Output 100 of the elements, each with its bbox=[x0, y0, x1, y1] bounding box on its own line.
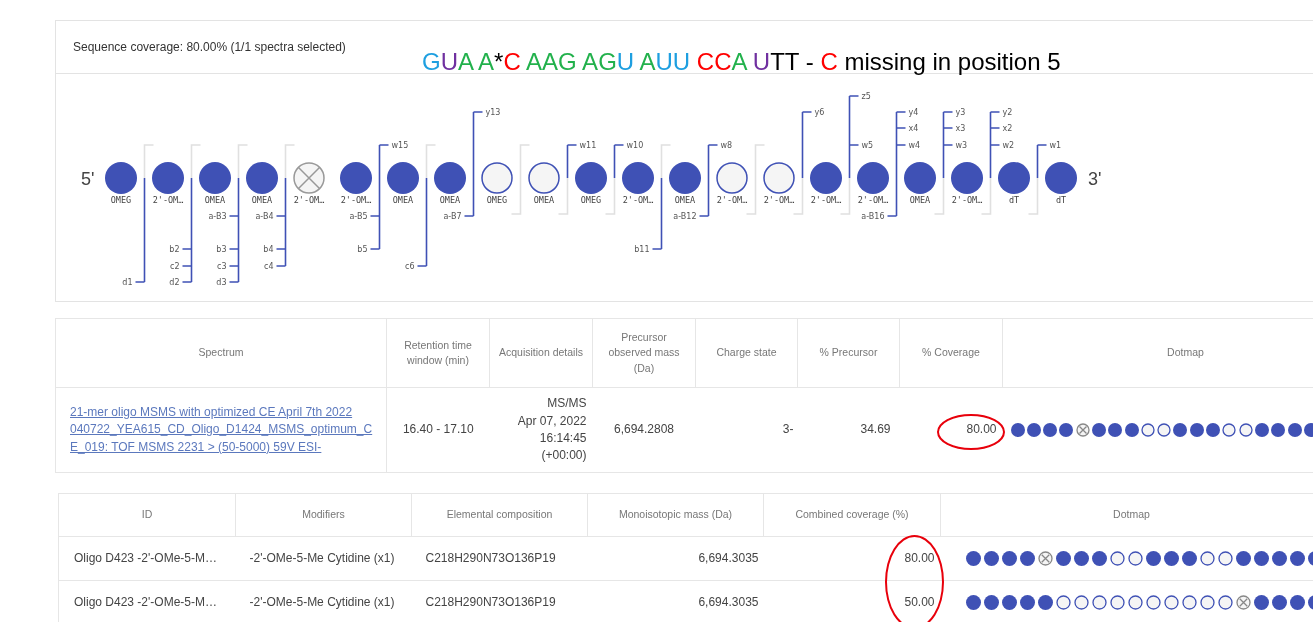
table-cell: 6,694.3035 bbox=[587, 536, 764, 581]
dot-filled-icon bbox=[1271, 551, 1287, 566]
nucleotide-dot bbox=[387, 162, 419, 194]
dot-filled-icon bbox=[1145, 551, 1161, 566]
nucleotide-dot bbox=[810, 162, 842, 194]
dot-filled-icon bbox=[1173, 423, 1188, 437]
missing-nucleotide-icon bbox=[293, 162, 325, 194]
ion-label: d1 bbox=[122, 278, 133, 287]
ion-label: y2 bbox=[1002, 108, 1013, 117]
nucleotide-label: OMEA bbox=[533, 195, 555, 205]
nucleotide-label: OMEA bbox=[909, 195, 931, 205]
ion-label: a-B4 bbox=[255, 212, 274, 221]
nucleotide-dot bbox=[575, 162, 607, 194]
nucleotide-dot bbox=[669, 162, 701, 194]
bracket-line bbox=[745, 177, 757, 215]
nucleotide-dot bbox=[434, 162, 466, 194]
ion-label: z5 bbox=[861, 92, 871, 101]
bracket-line bbox=[510, 177, 522, 215]
fragment-line bbox=[1036, 144, 1048, 179]
bracket-line bbox=[604, 177, 616, 215]
ion-label: a-B16 bbox=[861, 212, 885, 221]
ion-label: w2 bbox=[1002, 141, 1015, 150]
acquisition-detail: (+00:00) bbox=[540, 447, 587, 465]
ion-label: b5 bbox=[357, 245, 368, 254]
five-prime-label: 5' bbox=[81, 169, 95, 189]
ion-label: y4 bbox=[908, 108, 919, 117]
nucleotide-dot bbox=[152, 162, 184, 194]
column-header: Spectrum bbox=[55, 318, 387, 388]
dot-filled-icon bbox=[983, 595, 999, 610]
table-cell: Oligo D423 -2'-OMe-5-M… bbox=[58, 536, 236, 581]
dot-empty-icon bbox=[1217, 595, 1233, 610]
bracket-line bbox=[660, 144, 672, 179]
three-prime-label: 3' bbox=[1088, 169, 1102, 189]
nucleotide-dot bbox=[199, 162, 231, 194]
nucleotide-label: 2'-OM… bbox=[622, 195, 654, 205]
dot-filled-icon bbox=[1289, 551, 1305, 566]
dot-empty-icon bbox=[1145, 595, 1161, 610]
dot-filled-icon bbox=[1254, 423, 1269, 437]
bracket-line bbox=[519, 144, 531, 179]
dot-missing-icon bbox=[1235, 595, 1251, 610]
dot-empty-icon bbox=[1109, 551, 1125, 566]
ion-label: c3 bbox=[217, 262, 227, 271]
nucleotide-label: 2'-OM… bbox=[340, 195, 372, 205]
dot-filled-icon bbox=[1181, 551, 1197, 566]
dot-filled-icon bbox=[1235, 551, 1251, 566]
dot-filled-icon bbox=[1019, 595, 1035, 610]
table-cell: -2'-OMe-5-Me Cytidine (x1) bbox=[235, 536, 412, 581]
nucleotide-label: 2'-OM… bbox=[293, 195, 325, 205]
table-cell: 34.69 bbox=[797, 387, 900, 473]
table-cell: 50.00 bbox=[763, 580, 941, 622]
nucleotide-dot bbox=[1045, 162, 1077, 194]
nucleotide-dot bbox=[763, 162, 795, 194]
dot-empty-icon bbox=[1127, 595, 1143, 610]
dot-filled-icon bbox=[1059, 423, 1074, 437]
table-cell: 16.40 - 17.10 bbox=[386, 387, 490, 473]
nucleotide-dot bbox=[481, 162, 513, 194]
dot-filled-icon bbox=[1163, 551, 1179, 566]
bracket-line bbox=[557, 177, 569, 215]
ion-label: w4 bbox=[908, 141, 921, 150]
nucleotide-dot bbox=[998, 162, 1030, 194]
dot-empty-icon bbox=[1127, 551, 1143, 566]
nucleotide-label: 2'-OM… bbox=[857, 195, 889, 205]
column-header: Acquisition details bbox=[489, 318, 593, 388]
table-cell: Oligo D423 -2'-OMe-5-M… bbox=[58, 580, 236, 622]
fragment-line bbox=[698, 177, 710, 217]
ion-label: b4 bbox=[263, 245, 274, 254]
ion-label: y13 bbox=[485, 108, 501, 117]
fragment-line bbox=[942, 111, 954, 179]
ion-label: w11 bbox=[579, 141, 597, 150]
bracket-line bbox=[792, 177, 804, 215]
dot-empty-icon bbox=[1217, 551, 1233, 566]
ion-label: d2 bbox=[169, 278, 180, 287]
table-cell: -2'-OMe-5-Me Cytidine (x1) bbox=[235, 580, 412, 622]
dot-filled-icon bbox=[1253, 551, 1269, 566]
dot-empty-icon bbox=[1073, 595, 1089, 610]
fragment-line bbox=[989, 111, 1001, 179]
dot-filled-icon bbox=[1026, 423, 1041, 437]
acquisition-detail: 16:14:45 bbox=[538, 430, 587, 447]
column-header: Charge state bbox=[695, 318, 798, 388]
column-header: Monoisotopic mass (Da) bbox=[587, 493, 764, 537]
ion-label: b3 bbox=[216, 245, 227, 254]
nucleotide-label: 2'-OM… bbox=[716, 195, 748, 205]
dot-missing-icon bbox=[1075, 423, 1090, 437]
column-header: Combined coverage (%) bbox=[763, 493, 941, 537]
ion-label: y3 bbox=[955, 108, 966, 117]
table-cell: C218H290N73O136P19 bbox=[411, 536, 588, 581]
ion-label: a-B5 bbox=[349, 212, 368, 221]
ion-label: w10 bbox=[626, 141, 644, 150]
dot-filled-icon bbox=[965, 595, 981, 610]
dot-empty-icon bbox=[1055, 595, 1071, 610]
dot-filled-icon bbox=[1043, 423, 1058, 437]
dot-filled-icon bbox=[1092, 423, 1106, 437]
bracket-line bbox=[754, 144, 766, 179]
nucleotide-label: 2'-OM… bbox=[951, 195, 983, 205]
dot-filled-icon bbox=[1073, 551, 1089, 566]
spectrum-link[interactable]: 21-mer oligo MSMS with optimized CE April 7th 2022 040722_YEA615_CD_Oligo_D1424_MSMS_optimum_CE_019: TOF MSMS 2231 > (50-5000) 59V ESI- bbox=[70, 403, 378, 457]
bracket-line bbox=[190, 144, 202, 179]
nucleotide-dot bbox=[340, 162, 372, 194]
dot-filled-icon bbox=[1001, 551, 1017, 566]
bracket-line bbox=[284, 144, 296, 179]
